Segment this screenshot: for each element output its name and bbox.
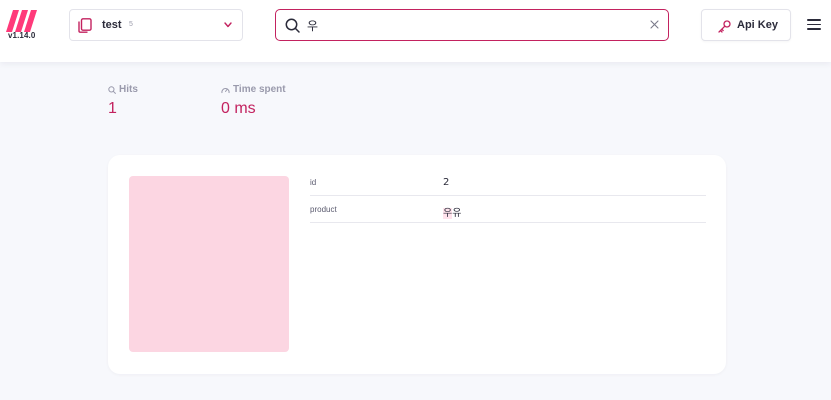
hits-value: 1: [108, 100, 117, 117]
time-spent-label: Time spent: [233, 84, 286, 95]
field-value: 2: [443, 177, 450, 188]
api-key-button[interactable]: Api Key: [701, 9, 791, 41]
document-icon: [78, 18, 92, 33]
field-value: 우유: [443, 204, 461, 219]
field-value-rest: 유: [452, 208, 462, 219]
gauge-icon: [221, 87, 230, 93]
index-document-count: 5: [129, 21, 133, 28]
image-placeholder: [129, 176, 289, 352]
field-key: product: [310, 205, 337, 214]
search-input[interactable]: [307, 16, 627, 35]
api-key-label: Api Key: [737, 19, 778, 31]
key-icon: [718, 20, 731, 33]
search-box: [275, 9, 669, 41]
search-small-icon: [108, 85, 116, 94]
hits-stat: Hits 1: [108, 84, 138, 118]
field-row-id: id 2: [310, 169, 706, 196]
field-row-product: product 우유: [310, 196, 706, 223]
result-card: id 2 product 우유: [108, 155, 726, 374]
field-key: id: [310, 178, 317, 187]
hits-label: Hits: [119, 84, 138, 95]
index-name: test: [102, 19, 122, 31]
time-spent-stat: Time spent 0 ms: [221, 84, 286, 118]
clear-icon[interactable]: [650, 20, 659, 29]
menu-icon[interactable]: [807, 19, 821, 31]
chevron-down-icon: [224, 22, 232, 28]
search-icon: [285, 18, 300, 33]
top-bar: v1.14.0 test 5 Api Key: [0, 0, 831, 62]
search-highlight: 우: [443, 208, 453, 219]
version-label: v1.14.0: [8, 31, 36, 40]
index-selector[interactable]: test 5: [69, 9, 243, 41]
time-spent-value: 0 ms: [221, 100, 256, 117]
